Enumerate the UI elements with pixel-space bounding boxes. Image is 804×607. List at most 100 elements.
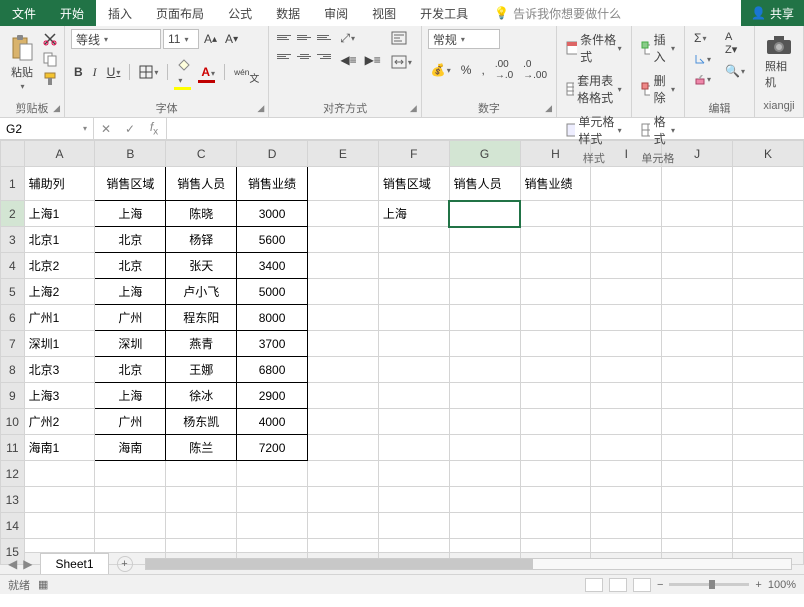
copy-button[interactable] bbox=[42, 51, 58, 67]
cell-E3[interactable] bbox=[307, 227, 378, 253]
row-header-1[interactable]: 1 bbox=[1, 167, 25, 201]
cell-J2[interactable] bbox=[662, 201, 733, 227]
cell-B3[interactable]: 北京 bbox=[95, 227, 166, 253]
cell-G7[interactable] bbox=[449, 331, 520, 357]
cell-F10[interactable] bbox=[378, 409, 449, 435]
cell-E9[interactable] bbox=[307, 383, 378, 409]
cell-B7[interactable]: 深圳 bbox=[95, 331, 166, 357]
cell-F5[interactable] bbox=[378, 279, 449, 305]
cell-B10[interactable]: 广州 bbox=[95, 409, 166, 435]
row-header-13[interactable]: 13 bbox=[1, 487, 25, 513]
cell-B12[interactable] bbox=[95, 461, 166, 487]
row-header-8[interactable]: 8 bbox=[1, 357, 25, 383]
cell-J6[interactable] bbox=[662, 305, 733, 331]
column-header-E[interactable]: E bbox=[307, 141, 378, 167]
cell-D8[interactable]: 6800 bbox=[237, 357, 308, 383]
cell-I13[interactable] bbox=[591, 487, 662, 513]
cell-G10[interactable] bbox=[449, 409, 520, 435]
cell-F9[interactable] bbox=[378, 383, 449, 409]
cell-G12[interactable] bbox=[449, 461, 520, 487]
tab-insert[interactable]: 插入 bbox=[96, 0, 144, 26]
cut-button[interactable] bbox=[42, 31, 58, 47]
cell-F3[interactable] bbox=[378, 227, 449, 253]
cell-F6[interactable] bbox=[378, 305, 449, 331]
decrease-indent-button[interactable]: ◀≡ bbox=[337, 51, 359, 69]
cell-K3[interactable] bbox=[733, 227, 804, 253]
zoom-level[interactable]: 100% bbox=[768, 579, 796, 591]
cell-J5[interactable] bbox=[662, 279, 733, 305]
orientation-button[interactable]: ⤢▾ bbox=[337, 29, 383, 48]
cell-D5[interactable]: 5000 bbox=[237, 279, 308, 305]
cell-H14[interactable] bbox=[520, 513, 591, 539]
cell-J7[interactable] bbox=[662, 331, 733, 357]
decrease-decimal-button[interactable]: .0→.00 bbox=[520, 57, 550, 83]
cell-C8[interactable]: 王娜 bbox=[166, 357, 237, 383]
tab-data[interactable]: 数据 bbox=[264, 0, 312, 26]
cell-E14[interactable] bbox=[307, 513, 378, 539]
cell-F11[interactable] bbox=[378, 435, 449, 461]
cell-E6[interactable] bbox=[307, 305, 378, 331]
cell-I9[interactable] bbox=[591, 383, 662, 409]
cell-E8[interactable] bbox=[307, 357, 378, 383]
format-as-table-button[interactable]: 套用表格格式▾ bbox=[563, 70, 625, 108]
cell-styles-button[interactable]: 单元格样式▾ bbox=[563, 111, 625, 149]
cell-A5[interactable]: 上海2 bbox=[24, 279, 95, 305]
conditional-format-button[interactable]: 条件格式▾ bbox=[563, 29, 625, 67]
cell-A8[interactable]: 北京3 bbox=[24, 357, 95, 383]
fill-button[interactable]: ▾ bbox=[691, 51, 714, 67]
accounting-format-button[interactable]: 💰▾ bbox=[428, 61, 454, 79]
name-box[interactable]: G2▾ bbox=[0, 118, 94, 139]
cell-H10[interactable] bbox=[520, 409, 591, 435]
cell-I11[interactable] bbox=[591, 435, 662, 461]
cell-C11[interactable]: 陈兰 bbox=[166, 435, 237, 461]
comma-style-button[interactable]: , bbox=[478, 61, 487, 79]
font-color-button[interactable]: A▾ bbox=[198, 63, 218, 81]
cell-J1[interactable] bbox=[662, 167, 733, 201]
cell-B1[interactable]: 销售区域 bbox=[95, 167, 166, 201]
cell-B2[interactable]: 上海 bbox=[95, 201, 166, 227]
cell-F7[interactable] bbox=[378, 331, 449, 357]
cell-B13[interactable] bbox=[95, 487, 166, 513]
cell-I1[interactable] bbox=[591, 167, 662, 201]
cell-D3[interactable]: 5600 bbox=[237, 227, 308, 253]
sheet-nav-last[interactable]: ▶ bbox=[23, 557, 32, 571]
cell-G4[interactable] bbox=[449, 253, 520, 279]
find-select-button[interactable]: 🔍▾ bbox=[722, 62, 748, 80]
cell-E13[interactable] bbox=[307, 487, 378, 513]
cell-H2[interactable] bbox=[520, 201, 591, 227]
cell-G5[interactable] bbox=[449, 279, 520, 305]
cell-H9[interactable] bbox=[520, 383, 591, 409]
cell-H7[interactable] bbox=[520, 331, 591, 357]
cell-D4[interactable]: 3400 bbox=[237, 253, 308, 279]
column-header-D[interactable]: D bbox=[237, 141, 308, 167]
cell-E12[interactable] bbox=[307, 461, 378, 487]
cell-E10[interactable] bbox=[307, 409, 378, 435]
cell-G2[interactable] bbox=[449, 201, 520, 227]
cell-C12[interactable] bbox=[166, 461, 237, 487]
row-header-7[interactable]: 7 bbox=[1, 331, 25, 357]
cell-F2[interactable]: 上海 bbox=[378, 201, 449, 227]
page-layout-view-button[interactable] bbox=[609, 578, 627, 592]
row-header-3[interactable]: 3 bbox=[1, 227, 25, 253]
increase-font-button[interactable]: A▴ bbox=[201, 30, 220, 48]
sheet-tab-sheet1[interactable]: Sheet1 bbox=[40, 553, 108, 574]
increase-decimal-button[interactable]: .00→.0 bbox=[492, 57, 516, 83]
column-header-B[interactable]: B bbox=[95, 141, 166, 167]
enter-formula-button[interactable]: ✓ bbox=[118, 122, 142, 136]
insert-cells-button[interactable]: 插入▾ bbox=[638, 29, 678, 67]
insert-function-button[interactable]: fx bbox=[142, 120, 166, 137]
cell-K5[interactable] bbox=[733, 279, 804, 305]
cell-E7[interactable] bbox=[307, 331, 378, 357]
cell-J11[interactable] bbox=[662, 435, 733, 461]
cell-F8[interactable] bbox=[378, 357, 449, 383]
cell-I7[interactable] bbox=[591, 331, 662, 357]
cell-B6[interactable]: 广州 bbox=[95, 305, 166, 331]
macro-record-icon[interactable]: ▦ bbox=[38, 578, 48, 591]
cell-A11[interactable]: 海南1 bbox=[24, 435, 95, 461]
cell-G3[interactable] bbox=[449, 227, 520, 253]
cell-F1[interactable]: 销售区域 bbox=[378, 167, 449, 201]
cell-K14[interactable] bbox=[733, 513, 804, 539]
delete-cells-button[interactable]: 删除▾ bbox=[638, 70, 678, 108]
cell-B5[interactable]: 上海 bbox=[95, 279, 166, 305]
row-header-9[interactable]: 9 bbox=[1, 383, 25, 409]
